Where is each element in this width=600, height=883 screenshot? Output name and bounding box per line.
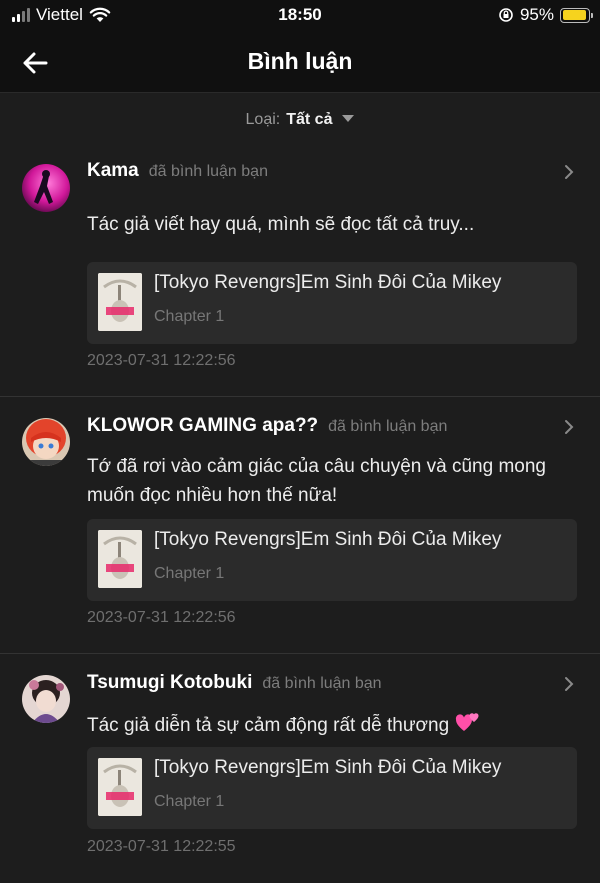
orientation-lock-icon — [499, 8, 513, 22]
page-title: Bình luận — [247, 48, 353, 74]
battery-percent: 95% — [519, 5, 554, 24]
story-title: [Tokyo Revengrs]Em Sinh Đôi Của Mikey — [154, 757, 502, 778]
battery-icon — [560, 7, 593, 23]
comment-header: Kama đã bình luận bạn — [87, 160, 268, 182]
comment-header: Tsumugi Kotobuki đã bình luận bạn — [87, 672, 382, 694]
story-chapter: Chapter 1 — [154, 793, 225, 810]
comment-item[interactable]: Kama đã bình luận bạn Tác giả viết hay q… — [0, 146, 600, 397]
comment-text: Tác giả viết hay quá, mình sẽ đọc tất cả… — [87, 214, 475, 235]
story-card[interactable]: [Tokyo Revengrs]Em Sinh Đôi Của Mikey Ch… — [87, 262, 577, 344]
commenter-name[interactable]: Tsumugi Kotobuki — [87, 672, 252, 694]
comment-action: đã bình luận bạn — [148, 163, 268, 180]
commenter-name[interactable]: Kama — [87, 160, 139, 182]
commenter-name[interactable]: KLOWOR GAMING apa?? — [87, 415, 318, 437]
story-chapter: Chapter 1 — [154, 308, 225, 325]
status-right: 95% — [498, 5, 593, 25]
story-card[interactable]: [Tokyo Revengrs]Em Sinh Đôi Của Mikey Ch… — [87, 747, 577, 829]
chevron-right-icon[interactable] — [564, 419, 574, 435]
filter-dropdown[interactable]: Loại: Tất cả — [0, 94, 600, 146]
comment-time: 2023-07-31 12:22:55 — [87, 838, 236, 855]
nav-bar: Bình luận — [0, 34, 600, 93]
two-hearts-icon — [456, 713, 479, 731]
caret-down-icon — [342, 114, 355, 122]
avatar[interactable] — [22, 675, 70, 723]
story-cover — [98, 758, 142, 816]
comment-action: đã bình luận bạn — [262, 675, 382, 692]
status-bar: Viettel 18:50 95% — [0, 0, 600, 34]
chevron-right-icon[interactable] — [564, 164, 574, 180]
comment-item[interactable]: Tsumugi Kotobuki đã bình luận bạn Tác gi… — [0, 654, 600, 883]
filter-value: Tất cả — [286, 111, 333, 128]
comment-time: 2023-07-31 12:22:56 — [87, 609, 236, 626]
avatar[interactable] — [22, 418, 70, 466]
comment-time: 2023-07-31 12:22:56 — [87, 352, 236, 369]
comment-text: Tác giả diễn tả sự cảm động rất dễ thươn… — [87, 711, 577, 740]
story-card[interactable]: [Tokyo Revengrs]Em Sinh Đôi Của Mikey Ch… — [87, 519, 577, 601]
story-title: [Tokyo Revengrs]Em Sinh Đôi Của Mikey — [154, 272, 502, 293]
filter-label: Loại: — [245, 111, 281, 128]
comment-header: KLOWOR GAMING apa?? đã bình luận bạn — [87, 415, 447, 437]
chevron-right-icon[interactable] — [564, 676, 574, 692]
avatar[interactable] — [22, 164, 70, 212]
story-chapter: Chapter 1 — [154, 565, 225, 582]
story-cover — [98, 273, 142, 331]
comment-text: Tớ đã rơi vào cảm giác của câu chuyện và… — [87, 456, 546, 506]
story-cover — [98, 530, 142, 588]
comment-action: đã bình luận bạn — [328, 418, 448, 435]
comment-item[interactable]: KLOWOR GAMING apa?? đã bình luận bạn Tớ … — [0, 397, 600, 654]
comment-text-content: Tác giả diễn tả sự cảm động rất dễ thươn… — [87, 715, 450, 736]
story-title: [Tokyo Revengrs]Em Sinh Đôi Của Mikey — [154, 529, 502, 550]
